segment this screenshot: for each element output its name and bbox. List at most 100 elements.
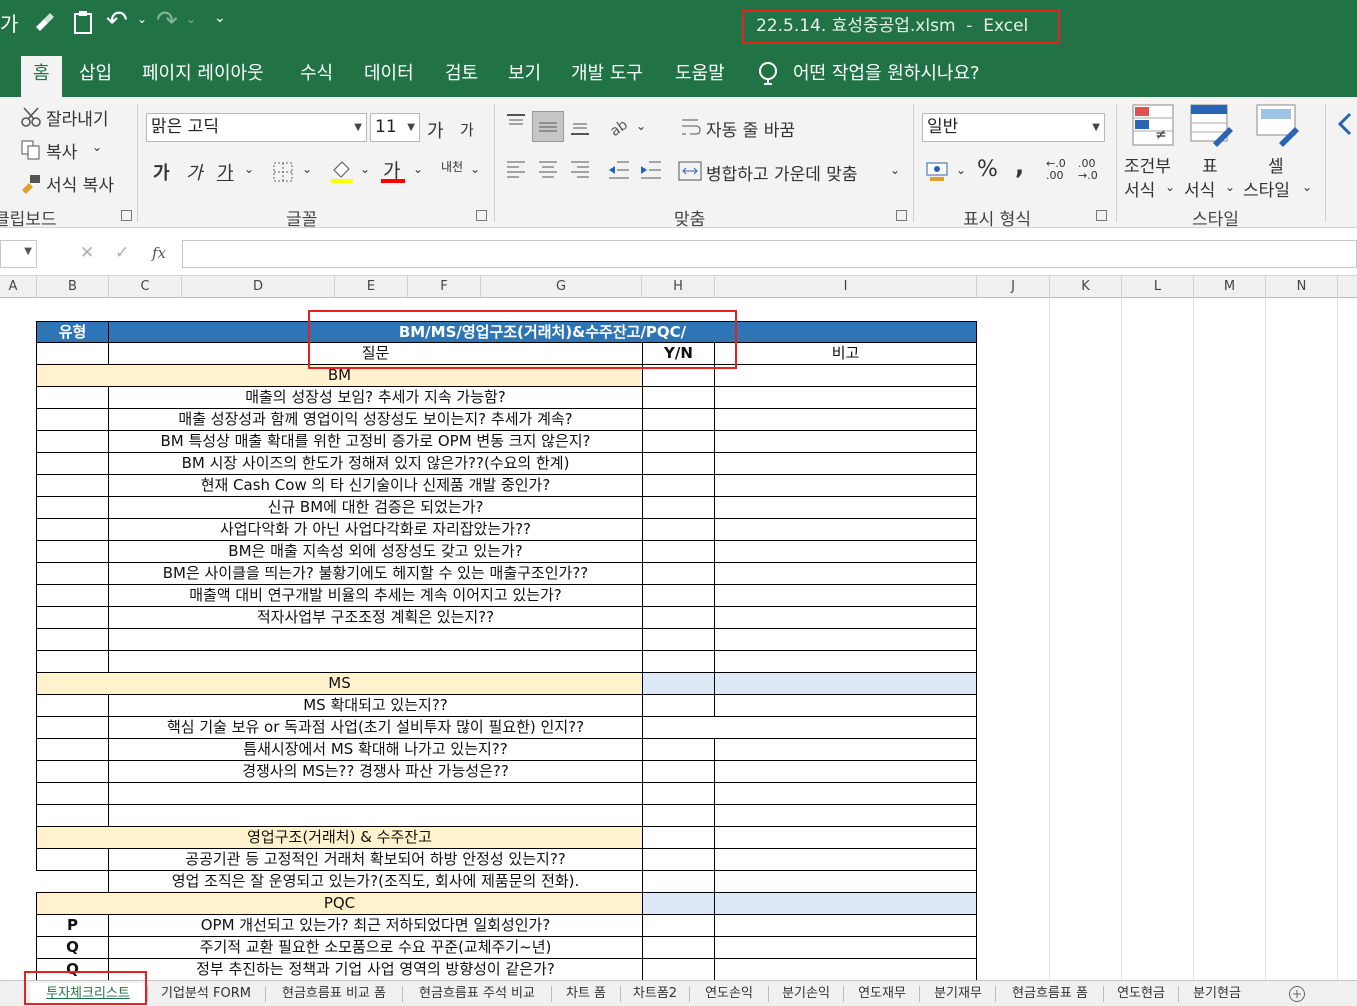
type-cell[interactable] — [36, 387, 109, 409]
yn-cell[interactable] — [643, 453, 715, 475]
type-cell[interactable] — [36, 585, 109, 607]
tab-view[interactable]: 보기 — [508, 56, 541, 97]
type-cell[interactable]: Q — [36, 937, 109, 959]
note-cell[interactable] — [715, 827, 977, 849]
question-cell[interactable]: 신규 BM에 대한 검증은 되었는가? — [109, 497, 643, 519]
column-header-l[interactable]: L — [1122, 276, 1194, 298]
insert-cells-icon[interactable] — [1336, 108, 1357, 148]
customize-quick-access-icon[interactable]: ⌄ — [214, 10, 226, 26]
note-cell[interactable] — [715, 959, 977, 980]
yn-cell[interactable] — [643, 585, 715, 607]
comma-style-button[interactable]: , — [1015, 152, 1024, 180]
align-center-icon[interactable] — [537, 158, 559, 182]
align-middle-button[interactable] — [532, 111, 564, 142]
question-cell[interactable]: 매출액 대비 연구개발 비율의 추세는 계속 이어지고 있는가? — [109, 585, 643, 607]
question-cell[interactable]: 정부 추진하는 정책과 기업 사업 영역의 방향성이 같은가? — [109, 959, 643, 980]
note-cell[interactable] — [715, 563, 977, 585]
note-cell[interactable] — [715, 893, 977, 915]
yn-cell[interactable] — [643, 717, 977, 739]
merge-dropdown-icon[interactable]: ⌄ — [890, 163, 900, 177]
type-cell[interactable] — [36, 497, 109, 519]
tab-page-layout[interactable]: 페이지 레이아웃 — [142, 56, 264, 97]
borders-icon[interactable] — [272, 161, 294, 183]
type-cell[interactable] — [36, 739, 109, 761]
yn-cell[interactable] — [643, 607, 715, 629]
borders-dropdown-icon[interactable]: ⌄ — [302, 162, 312, 176]
tell-me-input[interactable]: 어떤 작업을 원하시나요? — [793, 56, 980, 97]
note-cell[interactable] — [715, 585, 977, 607]
cancel-entry-icon[interactable]: ✕ — [80, 243, 94, 263]
tab-review[interactable]: 검토 — [445, 56, 478, 97]
note-cell[interactable] — [715, 695, 977, 717]
note-cell[interactable] — [715, 519, 977, 541]
question-cell[interactable]: 핵심 기술 보유 or 독과점 사업(초기 설비투자 많이 필요한) 인지?? — [109, 717, 643, 739]
question-cell[interactable] — [109, 805, 643, 827]
header-question-cell[interactable]: 질문 — [109, 343, 643, 365]
cut-button[interactable]: 잘라내기 — [46, 105, 109, 130]
column-header-i[interactable]: I — [715, 276, 977, 298]
sheet-tab[interactable]: 연도재무 — [846, 983, 918, 1005]
type-cell[interactable] — [36, 849, 109, 871]
conditional-formatting-button[interactable]: 조건부 — [1124, 152, 1171, 177]
grow-font-button[interactable]: 가 — [427, 117, 444, 143]
type-cell[interactable]: Q — [36, 959, 109, 980]
column-header-k[interactable]: K — [1050, 276, 1122, 298]
cell-styles-icon[interactable] — [1255, 103, 1301, 149]
italic-button[interactable]: 가 — [186, 159, 203, 185]
redo-icon[interactable]: ↷ — [156, 6, 178, 36]
yn-cell[interactable] — [643, 849, 715, 871]
worksheet-grid[interactable]: 유형 BM/MS/영업구조(거래처)&수주잔고/PQC/ 질문 Y/N 비고 B… — [0, 298, 1357, 980]
orientation-icon[interactable]: ab — [607, 114, 631, 138]
column-header-m[interactable]: M — [1194, 276, 1266, 298]
header-type-cell[interactable]: 유형 — [36, 321, 109, 343]
type-cell[interactable] — [36, 409, 109, 431]
fill-color-dropdown-icon[interactable]: ⌄ — [360, 162, 370, 176]
font-size-combo[interactable]: 11 ▼ — [370, 113, 420, 142]
column-header-g[interactable]: G — [481, 276, 642, 298]
conditional-formatting-icon[interactable]: ≠ — [1131, 103, 1175, 147]
merge-center-icon[interactable] — [678, 160, 702, 182]
name-box[interactable]: ▼ — [0, 240, 37, 268]
question-cell[interactable]: 현재 Cash Cow 의 타 신기술이나 신제품 개발 중인가? — [109, 475, 643, 497]
section-sales-cell[interactable]: 영업구조(거래처) & 수주잔고 — [36, 827, 643, 849]
align-left-icon[interactable] — [505, 158, 527, 182]
yn-cell[interactable] — [643, 629, 715, 651]
sheet-tab[interactable]: 연도손익 — [692, 983, 766, 1005]
format-as-table-icon[interactable] — [1189, 103, 1235, 149]
sheet-tab[interactable]: 분기손익 — [771, 983, 841, 1005]
align-bottom-icon[interactable] — [569, 114, 591, 136]
yn-cell[interactable] — [643, 761, 715, 783]
question-cell[interactable]: 공공기관 등 고정적인 거래처 확보되어 하방 안정성 있는지?? — [109, 849, 643, 871]
bold-button[interactable]: 가 — [153, 159, 170, 185]
column-header-e[interactable]: E — [335, 276, 408, 298]
yn-cell[interactable] — [643, 959, 715, 980]
yn-cell[interactable] — [643, 739, 715, 761]
format-painter-button[interactable]: 서식 복사 — [46, 171, 114, 196]
question-cell[interactable] — [109, 783, 643, 805]
column-header-h[interactable]: H — [642, 276, 715, 298]
yn-cell[interactable] — [643, 365, 715, 387]
name-box-chevron-icon[interactable]: ▼ — [24, 246, 32, 257]
copy-dropdown-icon[interactable]: ⌄ — [92, 140, 102, 154]
type-cell[interactable] — [36, 607, 109, 629]
yn-cell[interactable] — [643, 827, 715, 849]
column-header-f[interactable]: F — [408, 276, 481, 298]
type-cell[interactable] — [36, 651, 109, 673]
shrink-font-button[interactable]: 가 — [460, 119, 474, 140]
yn-cell[interactable] — [643, 431, 715, 453]
note-cell[interactable] — [715, 761, 977, 783]
number-dialog-launcher[interactable] — [1096, 210, 1107, 221]
question-cell[interactable]: 적자사업부 구조조정 계획은 있는지?? — [109, 607, 643, 629]
question-cell[interactable]: 틈새시장에서 MS 확대해 나가고 있는지?? — [109, 739, 643, 761]
note-cell[interactable] — [715, 365, 977, 387]
note-cell[interactable] — [715, 651, 977, 673]
question-cell[interactable]: MS 확대되고 있는지?? — [109, 695, 643, 717]
conditional-formatting-dropdown-icon[interactable]: ⌄ — [1165, 180, 1175, 194]
header-yn-cell[interactable]: Y/N — [643, 343, 715, 365]
note-cell[interactable] — [715, 409, 977, 431]
type-cell[interactable] — [36, 695, 109, 717]
question-cell[interactable]: 경쟁사의 MS는?? 경쟁사 파산 가능성은?? — [109, 761, 643, 783]
align-right-icon[interactable] — [569, 158, 591, 182]
header-title-cell[interactable]: BM/MS/영업구조(거래처)&수주잔고/PQC/ — [109, 321, 977, 343]
question-cell[interactable]: 매출 성장성과 함께 영업이익 성장성도 보이는지? 추세가 계속? — [109, 409, 643, 431]
